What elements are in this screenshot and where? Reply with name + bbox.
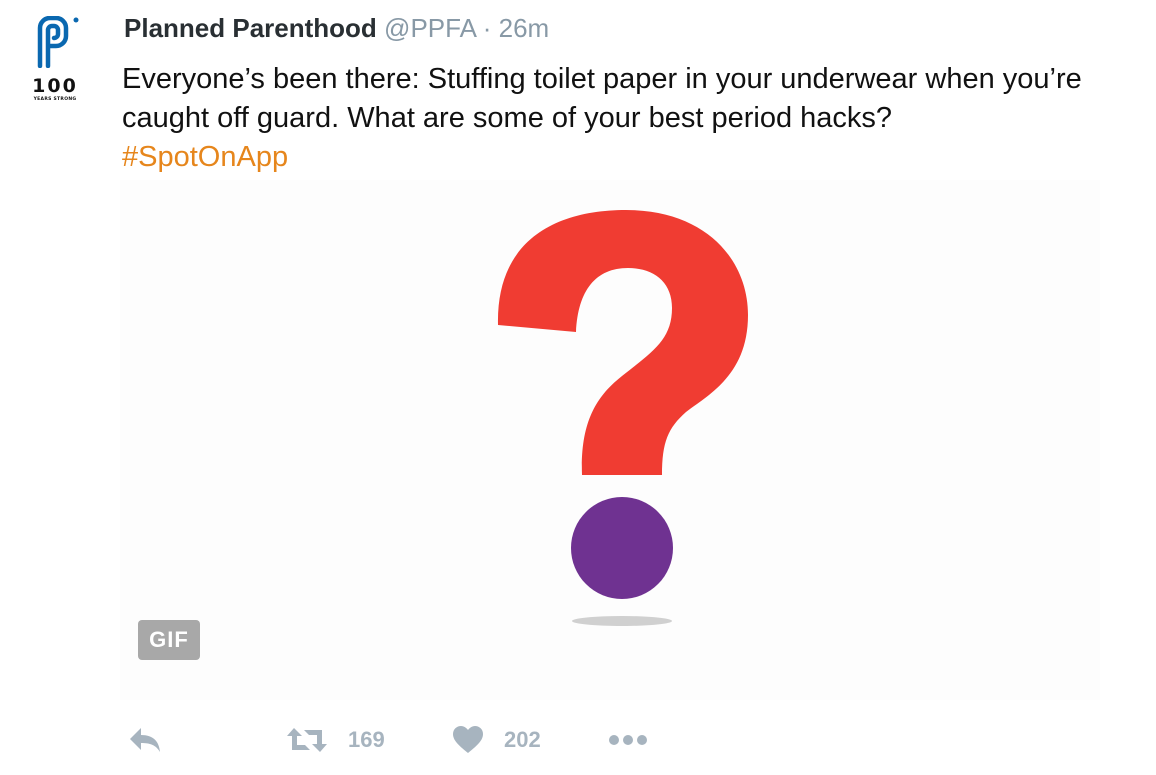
tweet-media-gif[interactable]: GIF — [120, 180, 1100, 700]
avatar-hundred-text: 100 — [32, 75, 78, 97]
timestamp[interactable]: 26m — [499, 13, 550, 43]
retweet-count: 169 — [348, 727, 385, 752]
hashtag-link[interactable]: #SpotOnApp — [122, 138, 1122, 177]
reply-icon — [130, 728, 160, 752]
heart-icon — [453, 726, 483, 753]
like-count: 202 — [504, 727, 541, 752]
question-mark-graphic — [497, 210, 748, 626]
question-mark-dot — [571, 497, 673, 599]
avatar[interactable]: 100 YEARS STRONG — [22, 16, 90, 106]
more-button[interactable] — [608, 720, 648, 760]
user-handle[interactable]: @PPFA — [384, 13, 475, 43]
question-mark-shadow — [572, 616, 672, 626]
question-mark-hook — [497, 210, 748, 475]
tweet-actions: 169 202 — [124, 720, 684, 760]
retweet-icon — [287, 728, 327, 752]
tweet: 100 YEARS STRONG Planned Parenthood @PPF… — [0, 0, 1156, 775]
tweet-text: Everyone’s been there: Stuffing toilet p… — [122, 60, 1122, 177]
tweet-header: Planned Parenthood @PPFA · 26m — [124, 12, 549, 44]
header-separator: · — [482, 13, 492, 43]
retweet-button[interactable]: 169 — [286, 720, 385, 760]
more-icon — [609, 735, 647, 745]
like-button[interactable]: 202 — [452, 720, 541, 760]
gif-badge: GIF — [138, 620, 200, 660]
avatar-sub-text: YEARS STRONG — [33, 97, 77, 102]
display-name[interactable]: Planned Parenthood — [124, 13, 377, 43]
reply-button[interactable] — [128, 720, 162, 760]
planned-parenthood-logo-icon — [37, 16, 79, 68]
tweet-body: Everyone’s been there: Stuffing toilet p… — [122, 63, 1082, 134]
